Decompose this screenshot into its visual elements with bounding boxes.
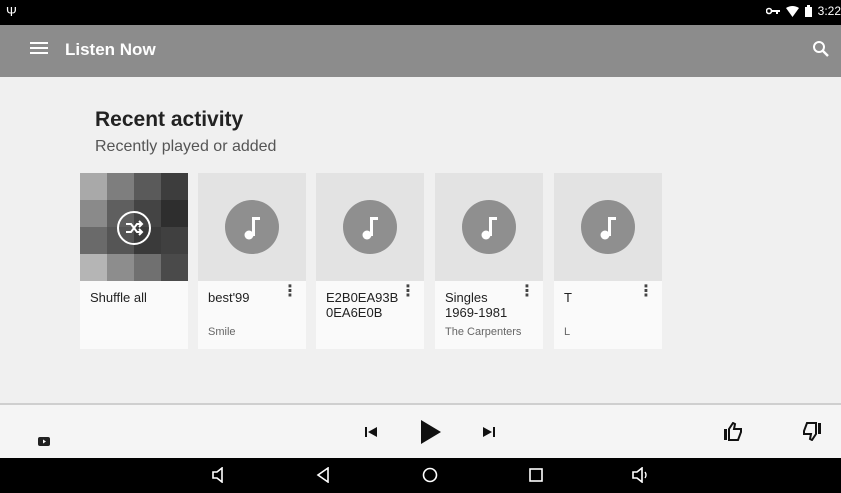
- mosaic-tile: [161, 173, 188, 200]
- card-album-singles[interactable]: Singles 1969-1981 ⋮ The Carpenters: [435, 173, 543, 349]
- music-note-icon: [343, 200, 397, 254]
- card-album-e2b0[interactable]: E2B0EA93B 0EA6E0B ⋮: [316, 173, 424, 349]
- music-note-icon: [225, 200, 279, 254]
- thumbs-up-icon[interactable]: [723, 422, 743, 441]
- card-title: best'99: [208, 290, 250, 305]
- home-icon[interactable]: [422, 467, 438, 483]
- album-art: [198, 173, 306, 281]
- clock: 3:22: [817, 4, 841, 18]
- page-title: Listen Now: [65, 40, 156, 59]
- thumbs-down-icon[interactable]: [802, 422, 822, 441]
- mosaic-tile: [107, 254, 134, 281]
- mosaic-tile: [80, 200, 107, 227]
- album-art: [554, 173, 662, 281]
- wifi-icon: [785, 5, 799, 17]
- shuffle-icon: [117, 211, 151, 245]
- status-bar: Ψ 3:22: [0, 0, 841, 25]
- mosaic-tile: [161, 254, 188, 281]
- vpn-key-icon: [765, 7, 780, 15]
- volume-down-icon[interactable]: [212, 467, 226, 483]
- mosaic-tile: [107, 173, 134, 200]
- card-subtitle: L: [564, 326, 571, 338]
- app-bar: Listen Now: [0, 25, 841, 77]
- skip-previous-icon[interactable]: [364, 425, 378, 439]
- more-vert-icon[interactable]: ⋮: [282, 284, 298, 300]
- music-note-icon: [462, 200, 516, 254]
- navigation-bar: [0, 458, 841, 493]
- battery-icon: [804, 5, 812, 17]
- card-shuffle-all[interactable]: Shuffle all: [80, 173, 188, 349]
- back-icon[interactable]: [316, 467, 330, 483]
- mosaic-tile: [80, 254, 107, 281]
- more-vert-icon[interactable]: ⋮: [519, 284, 535, 300]
- cast-icon[interactable]: [38, 437, 50, 446]
- main-content: Recent activity Recently played or added…: [0, 77, 841, 403]
- mosaic-tile: [161, 200, 188, 227]
- search-icon[interactable]: [811, 39, 831, 59]
- mosaic-tile: [134, 173, 161, 200]
- usb-icon: Ψ: [6, 4, 17, 19]
- card-subtitle: Smile: [208, 326, 236, 338]
- section-subtitle: Recently played or added: [95, 138, 277, 155]
- player-bar: [0, 403, 841, 458]
- recents-icon[interactable]: [529, 468, 543, 482]
- card-title: E2B0EA93B 0EA6E0B: [326, 290, 399, 320]
- mosaic-tile: [80, 227, 107, 254]
- status-icons: 3:22: [765, 4, 841, 18]
- more-vert-icon[interactable]: ⋮: [400, 284, 416, 300]
- more-vert-icon[interactable]: ⋮: [638, 284, 654, 300]
- card-album-t[interactable]: T ⋮ L: [554, 173, 662, 349]
- card-title: Shuffle all: [90, 290, 147, 305]
- play-icon[interactable]: [420, 419, 442, 445]
- music-note-icon: [581, 200, 635, 254]
- mosaic-tile: [80, 173, 107, 200]
- card-subtitle: The Carpenters: [445, 326, 522, 338]
- menu-icon[interactable]: [30, 39, 48, 59]
- album-art: [435, 173, 543, 281]
- card-album-best99[interactable]: best'99 ⋮ Smile: [198, 173, 306, 349]
- card-title: Singles 1969-1981: [445, 290, 508, 320]
- mosaic-tile: [161, 227, 188, 254]
- card-title: T: [564, 290, 572, 305]
- skip-next-icon[interactable]: [482, 425, 496, 439]
- section-title: Recent activity: [95, 108, 244, 131]
- album-art: [316, 173, 424, 281]
- mosaic-tile: [134, 254, 161, 281]
- volume-up-icon[interactable]: [632, 467, 650, 483]
